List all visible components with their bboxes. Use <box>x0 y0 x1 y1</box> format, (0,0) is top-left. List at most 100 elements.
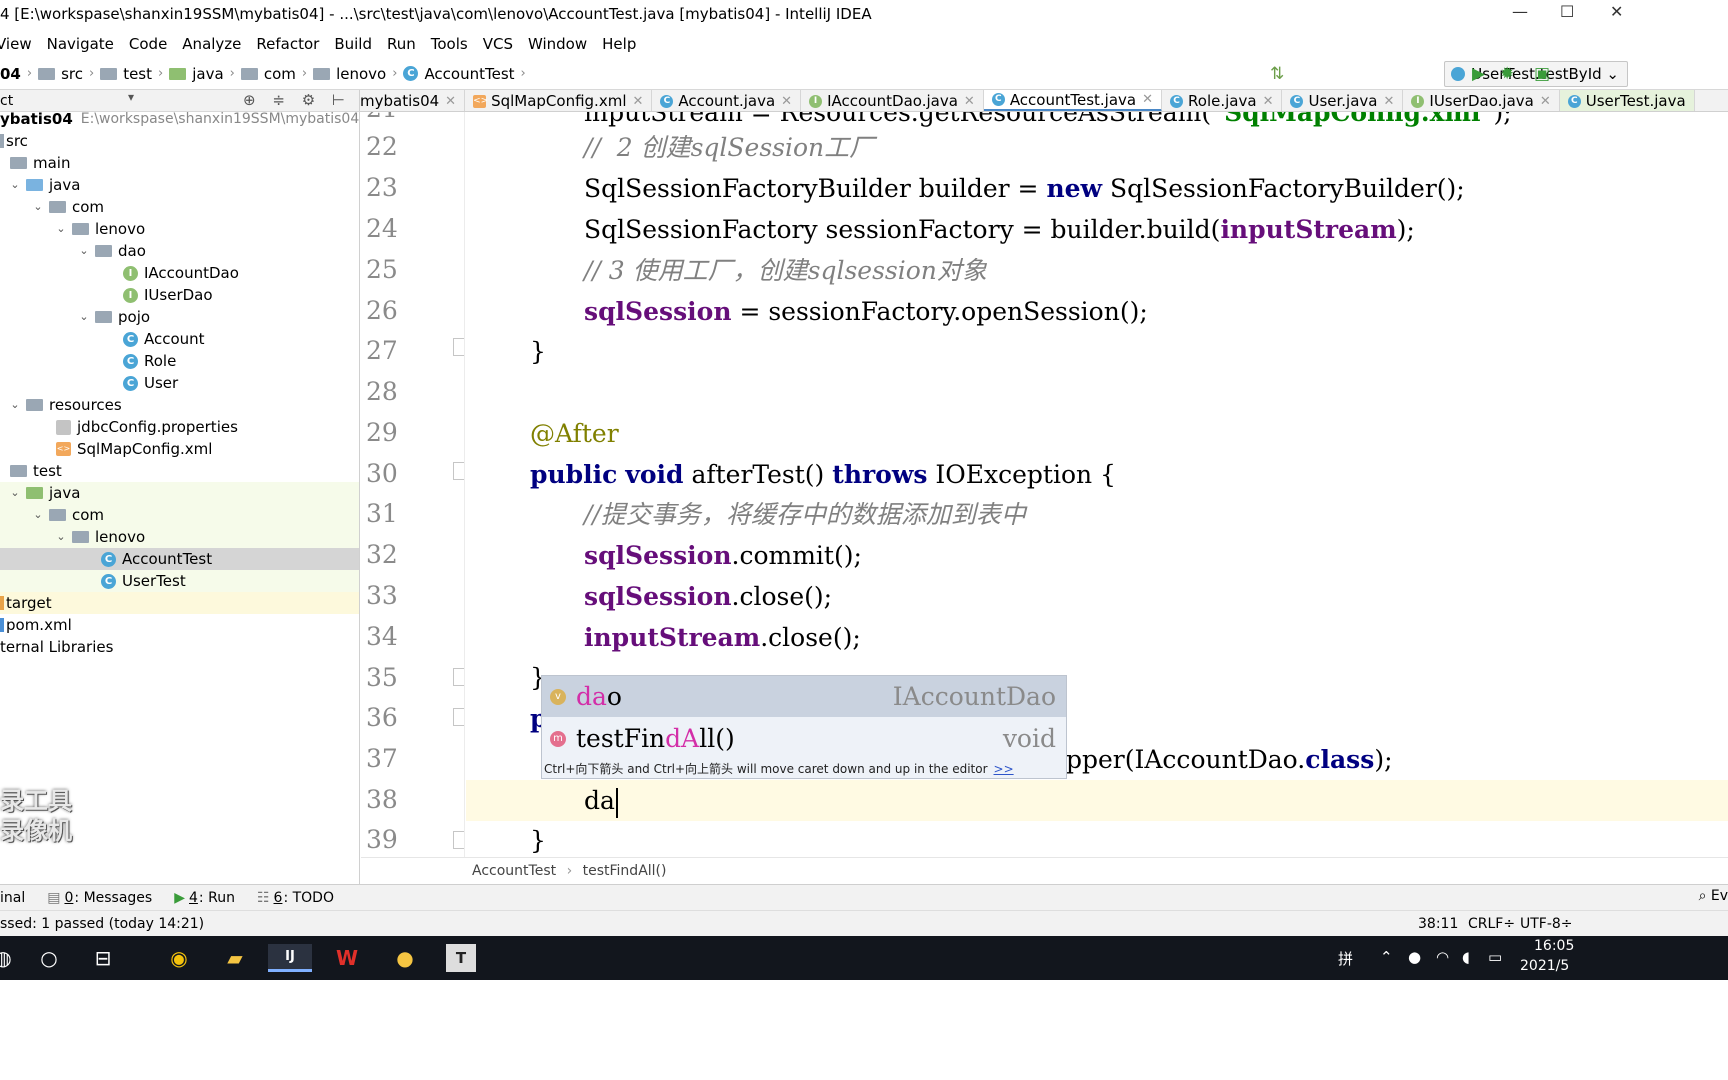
file-encoding[interactable]: UTF-8÷ <box>1520 911 1573 937</box>
tab-accounttest[interactable]: C AccountTest.java ✕ <box>983 90 1163 111</box>
tree-item-sqlmapconfig[interactable]: <> SqlMapConfig.xml <box>0 438 359 460</box>
completion-item-dao[interactable]: v dao IAccountDao <box>542 676 1066 717</box>
nav-crumb-module[interactable]: 04 › <box>0 65 38 83</box>
chevron-down-icon[interactable]: ⌄ <box>77 240 91 262</box>
minimize-icon[interactable]: — <box>1512 2 1528 21</box>
tree-item-main-java[interactable]: ⌄ java <box>0 174 359 196</box>
menu-window[interactable]: Window <box>528 35 587 53</box>
tree-item-account[interactable]: C Account <box>0 328 359 350</box>
tab-account[interactable]: C Account.java ✕ <box>652 90 802 111</box>
close-tab-icon[interactable]: ✕ <box>632 94 643 109</box>
tree-item-main-lenovo[interactable]: ⌄ lenovo <box>0 218 359 240</box>
tree-item-test-lenovo[interactable]: ⌄ lenovo <box>0 526 359 548</box>
vcs-update-icon[interactable]: ⇅ <box>1270 64 1284 84</box>
close-tab-icon[interactable]: ✕ <box>964 94 975 109</box>
tab-iuserdao[interactable]: I IUserDao.java ✕ <box>1403 90 1560 111</box>
line-separator[interactable]: CRLF÷ <box>1468 911 1515 937</box>
coverage-icon[interactable]: ▣ <box>1534 64 1550 84</box>
tree-item-dao[interactable]: ⌄ dao <box>0 240 359 262</box>
tree-item-iaccountdao[interactable]: I IAccountDao <box>0 262 359 284</box>
nav-crumb-test[interactable]: test › <box>100 65 169 83</box>
chevron-down-icon[interactable]: ▾ <box>128 90 134 104</box>
search-icon[interactable]: ○ <box>34 944 64 972</box>
tree-item-src[interactable]: src <box>0 130 359 152</box>
debug-icon[interactable]: ✹ <box>1500 64 1514 84</box>
tree-item-role[interactable]: C Role <box>0 350 359 372</box>
chevron-up-icon[interactable]: ⌃ <box>1380 948 1393 966</box>
volume-icon[interactable]: ◖ <box>1462 948 1470 966</box>
start-icon[interactable]: ◍ <box>0 944 18 972</box>
tree-item-test-java[interactable]: ⌄ java <box>0 482 359 504</box>
project-panel-toolbar-icons[interactable]: ⊕ ≑ ⚙ ⊢ <box>243 91 351 109</box>
tab-mybatis04[interactable]: mybatis04 ✕ <box>360 90 466 111</box>
tree-item-iuserdao[interactable]: I IUserDao <box>0 284 359 306</box>
chevron-down-icon[interactable]: ⌄ <box>8 174 22 196</box>
chevron-down-icon[interactable]: ⌄ <box>8 394 22 416</box>
tree-item-pojo[interactable]: ⌄ pojo <box>0 306 359 328</box>
qq-icon[interactable]: ● <box>390 944 420 972</box>
tree-item-accounttest[interactable]: C AccountTest <box>0 548 359 570</box>
chevron-down-icon[interactable]: ⌄ <box>8 482 22 504</box>
nav-crumb-java[interactable]: java › <box>169 65 241 83</box>
fold-marker-icon[interactable] <box>453 462 464 480</box>
caret-position[interactable]: 38:11 <box>1418 911 1458 937</box>
tree-item-main[interactable]: main <box>0 152 359 174</box>
nav-crumb-accounttest[interactable]: C AccountTest › <box>403 65 531 83</box>
menu-navigate[interactable]: Navigate <box>47 35 114 53</box>
typora-icon[interactable]: T <box>446 944 476 972</box>
tree-item-user[interactable]: C User <box>0 372 359 394</box>
maximize-icon[interactable]: ☐ <box>1560 2 1574 21</box>
breadcrumb-method[interactable]: testFindAll() <box>583 863 667 879</box>
tab-role[interactable]: C Role.java ✕ <box>1162 90 1283 111</box>
menu-analyze[interactable]: Analyze <box>182 35 241 53</box>
tree-item-jdbcconfig[interactable]: jdbcConfig.properties <box>0 416 359 438</box>
tree-item-usertest[interactable]: C UserTest <box>0 570 359 592</box>
file-explorer-icon[interactable]: ▰ <box>220 944 250 972</box>
menu-refactor[interactable]: Refactor <box>256 35 319 53</box>
event-log-button[interactable]: ⌕ Ev <box>1699 888 1728 904</box>
breadcrumb-class[interactable]: AccountTest <box>472 863 556 879</box>
tool-messages[interactable]: ▤ 0: Messages <box>47 890 152 906</box>
nav-crumb-lenovo[interactable]: lenovo › <box>313 65 403 83</box>
clock-time[interactable]: 16:05 <box>1534 938 1574 954</box>
tab-usertest[interactable]: C UserTest.java <box>1559 90 1695 111</box>
menu-code[interactable]: Code <box>129 35 167 53</box>
close-tab-icon[interactable]: ✕ <box>445 94 456 109</box>
tree-item-pom[interactable]: pom.xml <box>0 614 359 636</box>
chevron-down-icon[interactable]: ⌄ <box>54 218 68 240</box>
close-tab-icon[interactable]: ✕ <box>1263 94 1274 109</box>
close-tab-icon[interactable]: ✕ <box>1383 94 1394 109</box>
tree-item-external-libraries[interactable]: ternal Libraries <box>0 636 359 658</box>
chevron-down-icon[interactable]: ⌄ <box>31 196 45 218</box>
project-panel-label[interactable]: ct <box>0 93 13 109</box>
nav-crumb-src[interactable]: src › <box>38 65 100 83</box>
notification-icon[interactable]: ▭ <box>1488 948 1502 966</box>
run-icon[interactable]: ▶ <box>1472 64 1485 84</box>
wifi-icon[interactable]: ◠ <box>1436 948 1449 966</box>
menu-tools[interactable]: Tools <box>431 35 468 53</box>
chevron-down-icon[interactable]: ⌄ <box>54 526 68 548</box>
fold-marker-icon[interactable] <box>453 338 464 356</box>
tree-item-test[interactable]: test <box>0 460 359 482</box>
fold-marker-icon[interactable] <box>453 708 464 726</box>
close-tab-icon[interactable]: ✕ <box>1142 92 1153 107</box>
menu-run[interactable]: Run <box>387 35 416 53</box>
close-tab-icon[interactable]: ✕ <box>781 94 792 109</box>
tab-sqlmapconfig[interactable]: <> SqlMapConfig.xml ✕ <box>465 90 653 111</box>
tool-run[interactable]: ▶ 4: Run <box>174 890 235 906</box>
close-tab-icon[interactable]: ✕ <box>1540 94 1551 109</box>
tab-iaccountdao[interactable]: I IAccountDao.java ✕ <box>801 90 984 111</box>
tool-todo[interactable]: ☷ 6: TODO <box>257 890 334 906</box>
tree-item-target[interactable]: target <box>0 592 359 614</box>
qq-tray-icon[interactable]: ● <box>1408 948 1421 966</box>
tree-item-main-com[interactable]: ⌄ com <box>0 196 359 218</box>
fold-marker-icon[interactable] <box>453 668 464 686</box>
nav-crumb-com[interactable]: com › <box>240 65 313 83</box>
tree-item-resources[interactable]: ⌄ resources <box>0 394 359 416</box>
completion-hint-link[interactable]: >> <box>994 762 1014 776</box>
chevron-down-icon[interactable]: ⌄ <box>77 306 91 328</box>
chevron-down-icon[interactable]: ⌄ <box>31 504 45 526</box>
clock-date[interactable]: 2021/5 <box>1520 958 1569 974</box>
menu-vcs[interactable]: VCS <box>483 35 513 53</box>
completion-item-testfindall[interactable]: m testFindAll() void <box>542 718 1066 759</box>
